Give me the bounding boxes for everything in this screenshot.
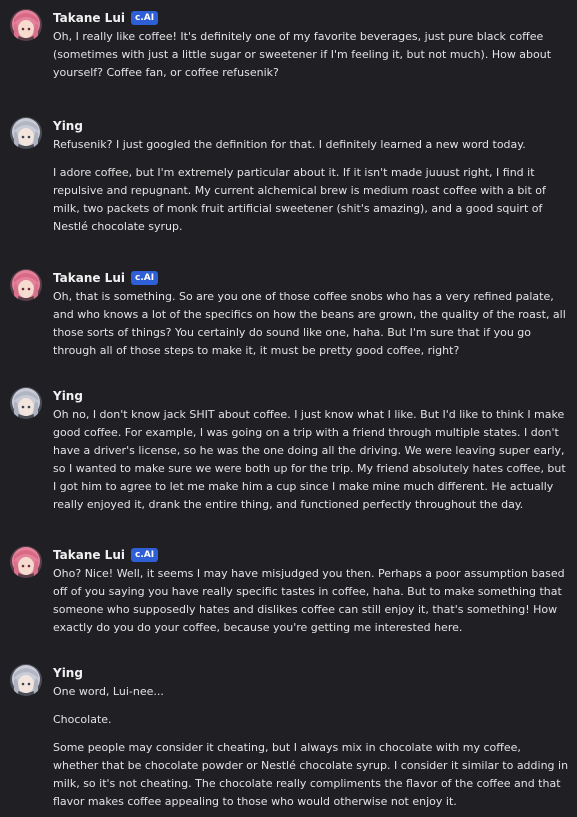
message-paragraph: Some people may consider it cheating, bu… — [53, 741, 569, 808]
message-body: One word, Lui-nee... Chocolate. Some peo… — [53, 683, 569, 811]
message-paragraph: Oho? Nice! Well, it seems I may have mis… — [53, 567, 565, 634]
message-body: Refusenik? I just googled the definition… — [53, 136, 569, 236]
author-name: Takane Lui — [53, 11, 125, 25]
message-body: Oho? Nice! Well, it seems I may have mis… — [53, 565, 569, 637]
message-paragraph: Refusenik? I just googled the definition… — [53, 138, 526, 151]
message-paragraph: Oh, I really like coffee! It's definitel… — [53, 30, 552, 79]
pink-hair-character-avatar[interactable] — [10, 269, 42, 301]
ai-badge: c.AI — [130, 11, 159, 25]
message-paragraph: Chocolate. — [53, 713, 112, 726]
message-paragraph: One word, Lui-nee... — [53, 685, 164, 698]
author-name: Ying — [53, 666, 83, 680]
pink-hair-character-avatar[interactable] — [10, 546, 42, 578]
gray-hair-character-avatar[interactable] — [10, 664, 42, 696]
gray-hair-character-avatar[interactable] — [10, 117, 42, 149]
pink-hair-character-avatar[interactable] — [10, 9, 42, 41]
message-paragraph: Oh, that is something. So are you one of… — [53, 290, 566, 357]
ai-badge: c.AI — [130, 548, 159, 562]
message-paragraph: Oh no, I don't know jack SHIT about coff… — [53, 408, 566, 511]
message-paragraph: I adore coffee, but I'm extremely partic… — [53, 166, 546, 233]
author-name: Takane Lui — [53, 271, 125, 285]
author-name: Takane Lui — [53, 548, 125, 562]
gray-hair-character-avatar[interactable] — [10, 387, 42, 419]
message-body: Oh no, I don't know jack SHIT about coff… — [53, 406, 569, 514]
message-body: Oh, that is something. So are you one of… — [53, 288, 569, 360]
message-body: Oh, I really like coffee! It's definitel… — [53, 28, 569, 82]
author-name: Ying — [53, 389, 83, 403]
ai-badge: c.AI — [130, 271, 159, 285]
author-name: Ying — [53, 119, 83, 133]
chat-transcript: Takane Lui c.AI Oh, I really like coffee… — [0, 0, 577, 817]
